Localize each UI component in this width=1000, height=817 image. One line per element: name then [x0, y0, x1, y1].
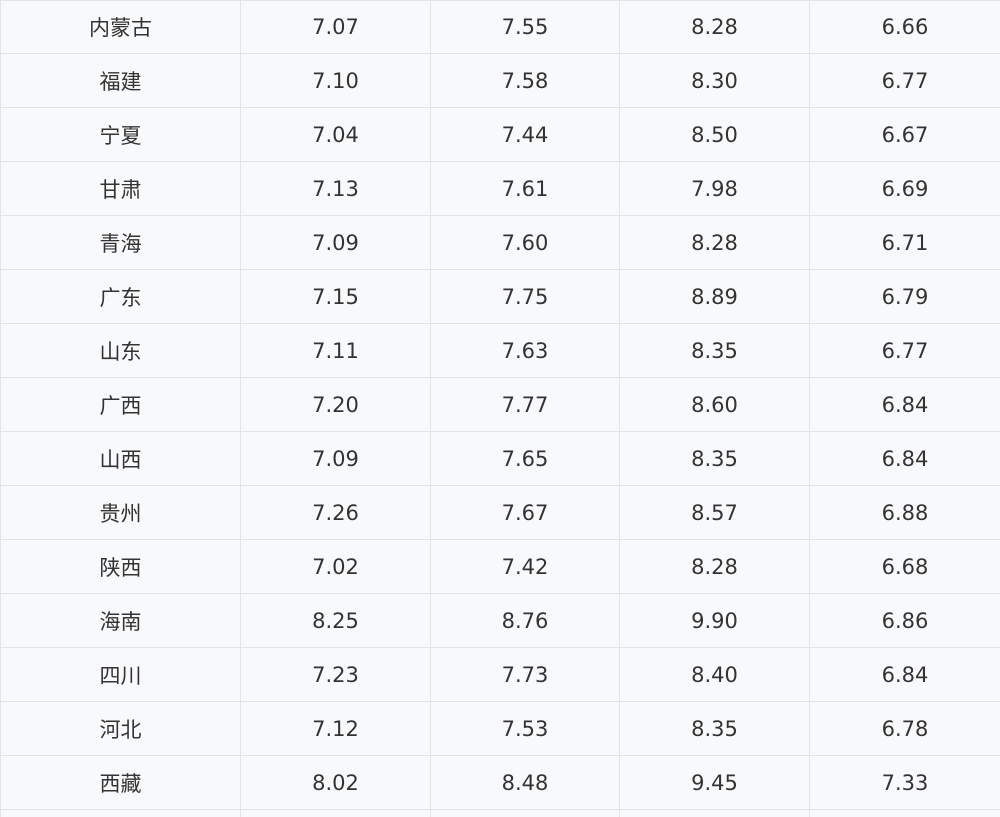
price-cell: 8.89: [619, 269, 810, 324]
price-cell: 7.58: [430, 53, 620, 108]
empty-cell: [809, 809, 1000, 817]
region-cell: 陕西: [0, 539, 241, 594]
region-cell: 青海: [0, 215, 241, 270]
table-row: 河北 7.12 7.53 8.35 6.78: [0, 701, 1000, 756]
price-cell: 9.90: [619, 593, 810, 648]
region-cell: 广东: [0, 269, 241, 324]
price-cell: 6.67: [809, 107, 1000, 162]
price-cell: 9.45: [619, 755, 810, 810]
table-row: 贵州 7.26 7.67 8.57 6.88: [0, 485, 1000, 540]
price-cell: 6.77: [809, 323, 1000, 378]
price-cell: 7.10: [240, 53, 431, 108]
price-cell: 7.15: [240, 269, 431, 324]
region-cell: 甘肃: [0, 161, 241, 216]
table-row: 广东 7.15 7.75 8.89 6.79: [0, 269, 1000, 324]
price-cell: 7.02: [240, 539, 431, 594]
price-cell: 8.02: [240, 755, 431, 810]
price-cell: 7.04: [240, 107, 431, 162]
price-cell: 7.11: [240, 323, 431, 378]
price-cell: 8.28: [619, 0, 810, 54]
price-cell: 7.44: [430, 107, 620, 162]
price-cell: 7.09: [240, 431, 431, 486]
price-cell: 7.42: [430, 539, 620, 594]
price-cell: 8.25: [240, 593, 431, 648]
price-cell: 8.57: [619, 485, 810, 540]
region-cell: 海南: [0, 593, 241, 648]
price-cell: 8.35: [619, 323, 810, 378]
price-cell: 7.53: [430, 701, 620, 756]
table-row: 青海 7.09 7.60 8.28 6.71: [0, 215, 1000, 270]
region-cell: 宁夏: [0, 107, 241, 162]
table-body: 内蒙古 7.07 7.55 8.28 6.66 福建 7.10 7.58 8.30 6.77 宁夏 7…: [0, 0, 1000, 817]
price-cell: 7.73: [430, 647, 620, 702]
region-cell: 河北: [0, 701, 241, 756]
price-cell: 8.30: [619, 53, 810, 108]
region-cell: 山东: [0, 323, 241, 378]
price-cell: 8.28: [619, 539, 810, 594]
price-cell: 6.69: [809, 161, 1000, 216]
price-cell: 7.20: [240, 377, 431, 432]
price-cell: 6.88: [809, 485, 1000, 540]
price-table-container: 内蒙古 7.07 7.55 8.28 6.66 福建 7.10 7.58 8.30 6.77 宁夏 7…: [0, 0, 1000, 817]
price-cell: 6.86: [809, 593, 1000, 648]
price-cell: 6.78: [809, 701, 1000, 756]
fuel-price-table: 内蒙古 7.07 7.55 8.28 6.66 福建 7.10 7.58 8.30 6.77 宁夏 7…: [0, 0, 1000, 817]
price-cell: 7.55: [430, 0, 620, 54]
price-cell: 6.84: [809, 647, 1000, 702]
table-row: 山东 7.11 7.63 8.35 6.77: [0, 323, 1000, 378]
price-cell: 8.60: [619, 377, 810, 432]
price-cell: 7.12: [240, 701, 431, 756]
price-cell: 8.35: [619, 701, 810, 756]
price-cell: 7.61: [430, 161, 620, 216]
region-cell: 贵州: [0, 485, 241, 540]
price-cell: 8.40: [619, 647, 810, 702]
table-row: 甘肃 7.13 7.61 7.98 6.69: [0, 161, 1000, 216]
price-cell: 7.67: [430, 485, 620, 540]
table-row: 广西 7.20 7.77 8.60 6.84: [0, 377, 1000, 432]
table-row-partial: [0, 809, 1000, 817]
price-cell: 6.66: [809, 0, 1000, 54]
table-row: 宁夏 7.04 7.44 8.50 6.67: [0, 107, 1000, 162]
price-cell: 7.09: [240, 215, 431, 270]
empty-cell: [619, 809, 810, 817]
price-cell: 7.07: [240, 0, 431, 54]
table-row: 山西 7.09 7.65 8.35 6.84: [0, 431, 1000, 486]
price-cell: 8.50: [619, 107, 810, 162]
price-cell: 7.33: [809, 755, 1000, 810]
price-cell: 8.28: [619, 215, 810, 270]
region-cell: 四川: [0, 647, 241, 702]
price-cell: 7.63: [430, 323, 620, 378]
price-cell: 7.23: [240, 647, 431, 702]
empty-cell: [430, 809, 620, 817]
price-cell: 6.71: [809, 215, 1000, 270]
price-cell: 8.35: [619, 431, 810, 486]
table-row: 西藏 8.02 8.48 9.45 7.33: [0, 755, 1000, 810]
table-row: 福建 7.10 7.58 8.30 6.77: [0, 53, 1000, 108]
table-row: 陕西 7.02 7.42 8.28 6.68: [0, 539, 1000, 594]
price-cell: 7.75: [430, 269, 620, 324]
region-cell: 广西: [0, 377, 241, 432]
price-cell: 6.68: [809, 539, 1000, 594]
empty-cell: [240, 809, 431, 817]
price-cell: 6.79: [809, 269, 1000, 324]
price-cell: 8.48: [430, 755, 620, 810]
price-cell: 6.84: [809, 431, 1000, 486]
empty-cell: [0, 809, 241, 817]
table-row: 海南 8.25 8.76 9.90 6.86: [0, 593, 1000, 648]
price-cell: 8.76: [430, 593, 620, 648]
table-row: 四川 7.23 7.73 8.40 6.84: [0, 647, 1000, 702]
region-cell: 福建: [0, 53, 241, 108]
price-cell: 6.77: [809, 53, 1000, 108]
table-row: 内蒙古 7.07 7.55 8.28 6.66: [0, 0, 1000, 54]
price-cell: 7.13: [240, 161, 431, 216]
price-cell: 7.98: [619, 161, 810, 216]
price-cell: 7.77: [430, 377, 620, 432]
price-cell: 7.60: [430, 215, 620, 270]
region-cell: 西藏: [0, 755, 241, 810]
price-cell: 7.26: [240, 485, 431, 540]
region-cell: 山西: [0, 431, 241, 486]
region-cell: 内蒙古: [0, 0, 241, 54]
price-cell: 7.65: [430, 431, 620, 486]
price-cell: 6.84: [809, 377, 1000, 432]
